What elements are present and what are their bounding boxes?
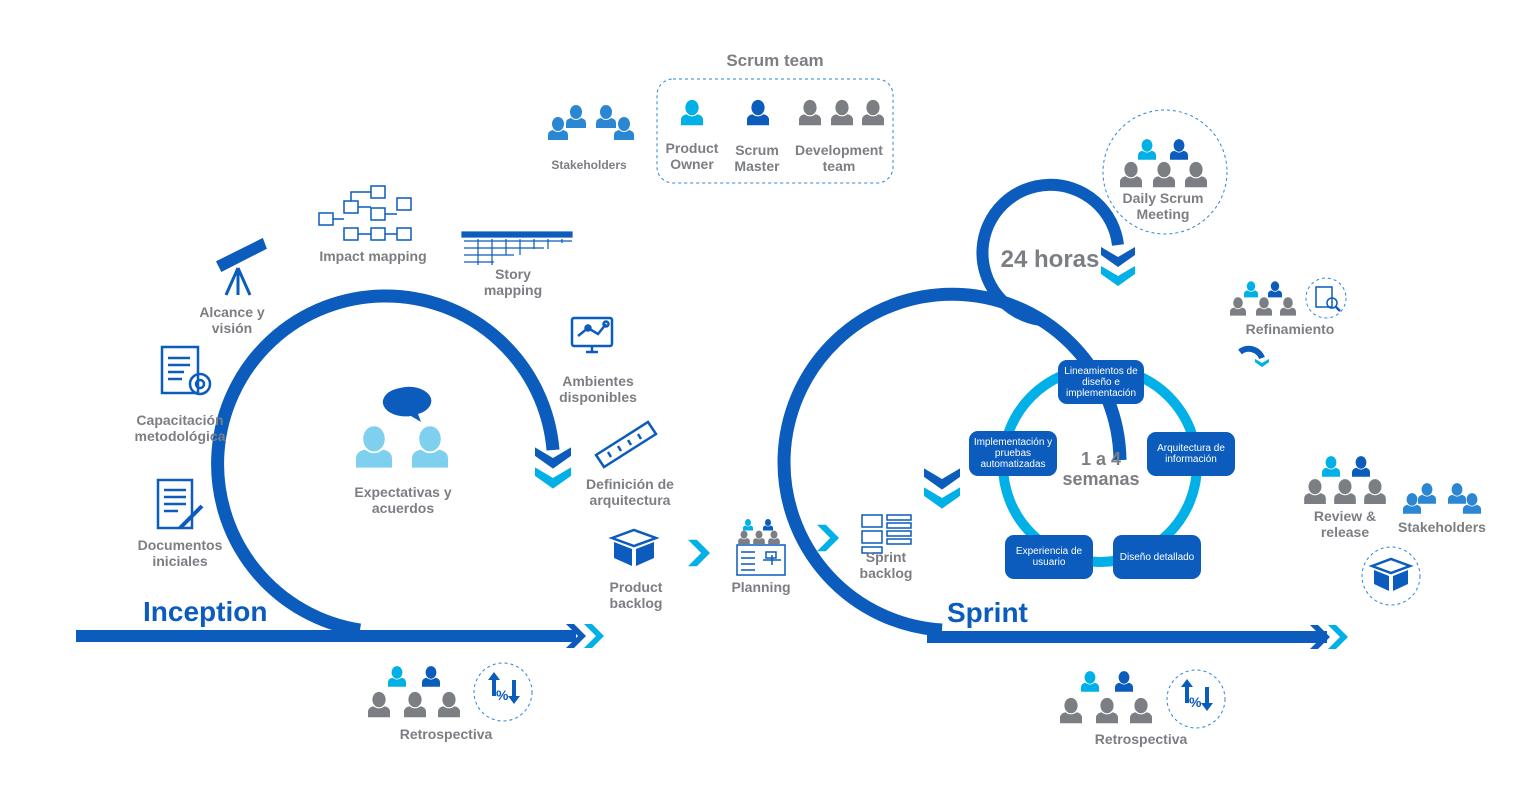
- impact-mapping-label: Impact mapping: [319, 248, 427, 264]
- refinement-arrow: [1238, 345, 1265, 360]
- review-release-label: Review & release: [1313, 508, 1377, 540]
- speech-bubble-icon: [382, 386, 432, 422]
- refinement-search-icon: [1315, 286, 1341, 312]
- cycle-step-implementacion: Implementación y pruebas automatizadas: [969, 431, 1057, 476]
- stakeholders-right-icon: [1403, 483, 1481, 514]
- sprint-timeline-arrow: [927, 625, 1348, 649]
- expectations-people-icon: [356, 426, 448, 468]
- story-mapping-icon: [461, 231, 573, 265]
- capacitacion-label: Capacitación metodológica: [134, 412, 226, 444]
- inception-title: Inception: [143, 596, 268, 627]
- release-box-icon: [1368, 557, 1414, 591]
- cycle-step-lineamientos: Lineamientos de diseño e implementación: [1058, 360, 1144, 404]
- retro-team-icon: [1060, 671, 1152, 724]
- 24-horas-label: 24 horas: [1000, 246, 1100, 273]
- alcance-label: Alcance y visión: [199, 304, 265, 336]
- inception-loop-arrowhead-light: [535, 467, 571, 489]
- stakeholders-label: Stakeholders: [551, 158, 627, 172]
- daily-scrum-label: Daily Scrum Meeting: [1122, 190, 1204, 222]
- sprint-loop-arrowhead-light: [924, 487, 960, 509]
- daily-loop-arrowhead: [1101, 247, 1135, 267]
- scrum-process-diagram: % % Scrum team Stakeholders Product Owne…: [0, 0, 1515, 804]
- product-backlog-label: Product backlog: [609, 579, 663, 611]
- monitor-chart-icon: [570, 316, 614, 354]
- refinement-arrowhead: [1255, 358, 1269, 368]
- flow-chevron-1: [688, 539, 710, 567]
- document-pen-icon: [156, 478, 204, 530]
- inception-loop-arrowhead: [535, 447, 571, 469]
- retrospectiva-sprint-label: Retrospectiva: [1094, 731, 1188, 747]
- cycle-step-arquitectura: Arquitectura de información: [1147, 432, 1235, 476]
- diagram-graphics: % %: [76, 78, 1481, 729]
- retrospectiva-inception-label: Retrospectiva: [399, 726, 493, 742]
- ambientes-label: Ambientes disponibles: [559, 373, 637, 405]
- daily-loop-arrowhead-light: [1101, 266, 1135, 286]
- retro-team-icon: [368, 666, 460, 718]
- planning-team-icon: [738, 519, 780, 544]
- flow-chevron-2: [817, 524, 839, 552]
- stakeholders-right-label: Stakeholders: [1398, 519, 1486, 535]
- definicion-label: Definición de arquitectura: [586, 476, 674, 508]
- product-owner-label: Product Owner: [665, 140, 719, 172]
- planning-label: Planning: [731, 579, 791, 595]
- percent-up-down-icon: %: [1181, 679, 1213, 711]
- sprint-backlog-icon: [861, 514, 912, 554]
- scrum-master-icon: [747, 99, 769, 126]
- scrum-team-title: Scrum team: [726, 51, 824, 70]
- expectations-label: Expectativas y acuerdos: [354, 484, 452, 516]
- release-circle: [1361, 546, 1421, 606]
- svg-text:%: %: [496, 687, 509, 703]
- refinamiento-label: Refinamiento: [1245, 321, 1335, 337]
- scrum-master-label: Scrum Master: [734, 142, 780, 174]
- telescope-icon: [215, 237, 267, 296]
- documents-settings-icon: [160, 345, 212, 396]
- development-team-label: Development team: [795, 142, 883, 174]
- refinement-team-icon: [1230, 281, 1296, 316]
- sprint-backlog-label: Sprint backlog: [859, 549, 913, 581]
- duration-label: 1 a 4 semanas: [1062, 449, 1140, 489]
- product-box-icon: [608, 528, 660, 566]
- stakeholders-icon: [548, 105, 634, 140]
- documentos-iniciales-label: Documentos iniciales: [137, 537, 223, 569]
- impact-mapping-icon: [318, 185, 412, 241]
- cycle-step-diseno-detallado: Diseño detallado: [1113, 535, 1201, 579]
- daily-scrum-team-icon: [1120, 139, 1207, 188]
- ruler-icon: [594, 420, 658, 469]
- svg-text:%: %: [1189, 694, 1202, 710]
- refinement-circle: [1305, 277, 1347, 319]
- story-mapping-label: Story mapping: [483, 266, 543, 298]
- sprint-title: Sprint: [947, 597, 1028, 628]
- development-team-icon: [799, 99, 884, 126]
- review-team-icon: [1304, 456, 1386, 504]
- product-owner-icon: [681, 99, 703, 126]
- sprint-loop-arrowhead: [924, 468, 960, 490]
- percent-up-down-icon: %: [488, 672, 520, 704]
- cycle-step-experiencia: Experiencia de usuario: [1005, 535, 1093, 579]
- planning-board-icon: [736, 544, 786, 576]
